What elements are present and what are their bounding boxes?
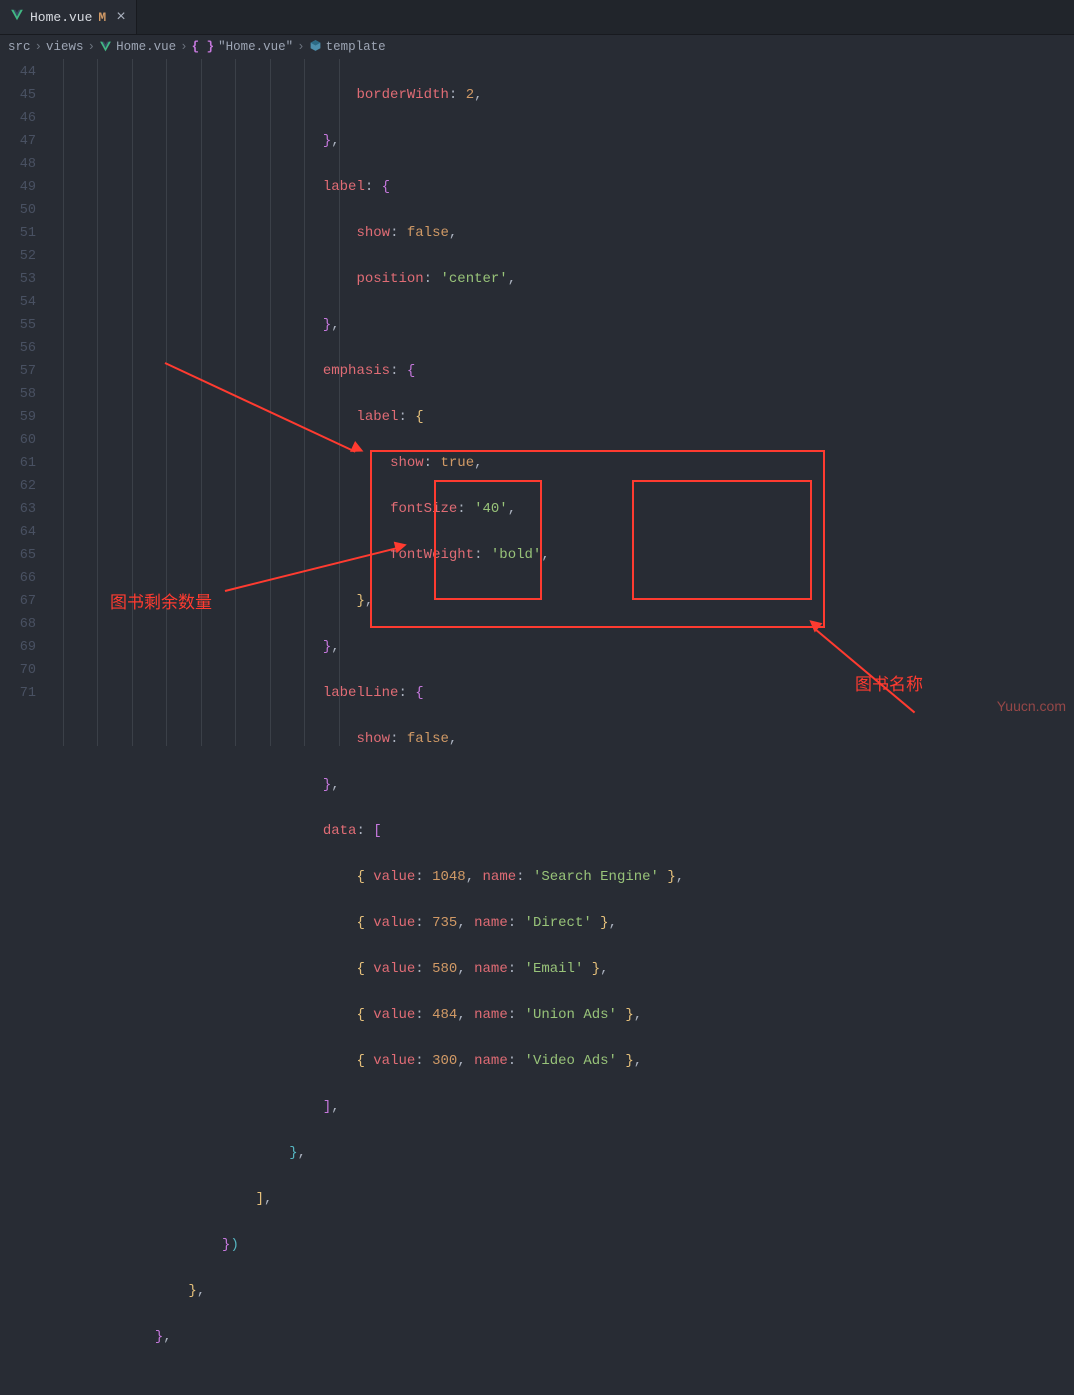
line-number: 60 — [0, 429, 36, 452]
line-number: 61 — [0, 452, 36, 475]
line-number: 68 — [0, 613, 36, 636]
line-number: 70 — [0, 659, 36, 682]
line-number: 67 — [0, 590, 36, 613]
line-number: 54 — [0, 291, 36, 314]
watermark: Yuucn.com — [997, 698, 1066, 714]
chevron-right-icon: › — [180, 40, 188, 54]
chevron-right-icon: › — [297, 40, 305, 54]
line-number: 46 — [0, 107, 36, 130]
breadcrumb-item[interactable]: views — [46, 40, 84, 54]
vue-icon — [10, 8, 24, 26]
modified-indicator: M — [98, 10, 106, 25]
line-number: 65 — [0, 544, 36, 567]
cube-icon — [309, 39, 322, 56]
line-number: 44 — [0, 61, 36, 84]
line-number: 51 — [0, 222, 36, 245]
vue-icon — [99, 40, 112, 54]
chevron-right-icon: › — [88, 40, 96, 54]
line-number: 53 — [0, 268, 36, 291]
line-number: 48 — [0, 153, 36, 176]
line-number: 47 — [0, 130, 36, 153]
line-number: 58 — [0, 383, 36, 406]
line-number: 45 — [0, 84, 36, 107]
line-number: 49 — [0, 176, 36, 199]
line-number: 52 — [0, 245, 36, 268]
breadcrumb-item[interactable]: "Home.vue" — [218, 40, 293, 54]
line-number-gutter: 4445464748495051525354555657585960616263… — [0, 59, 54, 746]
close-icon[interactable]: × — [116, 9, 126, 25]
line-number: 57 — [0, 360, 36, 383]
braces-icon: { } — [192, 40, 215, 54]
code-content[interactable]: borderWidth: 2, }, label: { show: false,… — [54, 59, 1074, 746]
line-number: 64 — [0, 521, 36, 544]
line-number: 50 — [0, 199, 36, 222]
tab-filename: Home.vue — [30, 10, 92, 25]
line-number: 59 — [0, 406, 36, 429]
line-number: 69 — [0, 636, 36, 659]
code-editor[interactable]: 4445464748495051525354555657585960616263… — [0, 59, 1074, 746]
line-number: 71 — [0, 682, 36, 705]
line-number: 63 — [0, 498, 36, 521]
line-number: 56 — [0, 337, 36, 360]
breadcrumb[interactable]: src › views › Home.vue › { } "Home.vue" … — [0, 35, 1074, 59]
line-number: 62 — [0, 475, 36, 498]
tab-home-vue[interactable]: Home.vue M × — [0, 0, 137, 34]
tab-bar: Home.vue M × — [0, 0, 1074, 35]
breadcrumb-item[interactable]: template — [326, 40, 386, 54]
chevron-right-icon: › — [35, 40, 43, 54]
line-number: 66 — [0, 567, 36, 590]
line-number: 55 — [0, 314, 36, 337]
breadcrumb-item[interactable]: src — [8, 40, 31, 54]
breadcrumb-item[interactable]: Home.vue — [116, 40, 176, 54]
